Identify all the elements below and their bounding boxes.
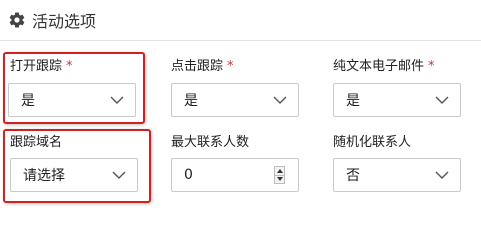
open-tracking-select[interactable]: 是 bbox=[8, 83, 136, 117]
click-tracking-value: 是 bbox=[184, 93, 198, 109]
tracking-domain-label: 跟踪域名 bbox=[10, 135, 63, 150]
stepper-up-icon[interactable] bbox=[275, 167, 284, 175]
gear-icon bbox=[9, 12, 25, 28]
click-tracking-label: 点击跟踪 * bbox=[171, 59, 234, 74]
randomize-contacts-select[interactable]: 否 bbox=[333, 158, 461, 192]
required-mark: * bbox=[428, 59, 435, 74]
plain-text-email-select[interactable]: 是 bbox=[333, 83, 461, 117]
click-tracking-select[interactable]: 是 bbox=[171, 83, 299, 117]
chevron-down-icon bbox=[110, 96, 124, 104]
tracking-domain-value: 请选择 bbox=[23, 168, 65, 184]
chevron-down-icon bbox=[273, 96, 287, 104]
required-mark: * bbox=[66, 59, 73, 74]
randomize-contacts-label: 随机化联系人 bbox=[333, 135, 412, 150]
max-contacts-label: 最大联系人数 bbox=[171, 135, 250, 150]
chevron-down-icon bbox=[435, 171, 449, 179]
plain-text-email-value: 是 bbox=[346, 93, 360, 109]
max-contacts-value: 0 bbox=[184, 167, 193, 183]
open-tracking-label: 打开跟踪 * bbox=[10, 59, 73, 74]
tracking-domain-select[interactable]: 请选择 bbox=[10, 158, 138, 192]
section-header: 活动选项 bbox=[8, 7, 96, 33]
chevron-down-icon bbox=[435, 96, 449, 104]
stepper-down-icon[interactable] bbox=[275, 174, 284, 183]
number-stepper[interactable] bbox=[274, 166, 285, 184]
chevron-down-icon bbox=[112, 171, 126, 179]
required-mark: * bbox=[227, 59, 234, 74]
plain-text-email-label: 纯文本电子邮件 * bbox=[333, 59, 435, 74]
open-tracking-value: 是 bbox=[21, 93, 35, 109]
header-divider bbox=[0, 40, 481, 41]
max-contacts-input[interactable]: 0 bbox=[171, 158, 299, 192]
section-title: 活动选项 bbox=[32, 12, 97, 31]
randomize-contacts-value: 否 bbox=[346, 168, 360, 184]
